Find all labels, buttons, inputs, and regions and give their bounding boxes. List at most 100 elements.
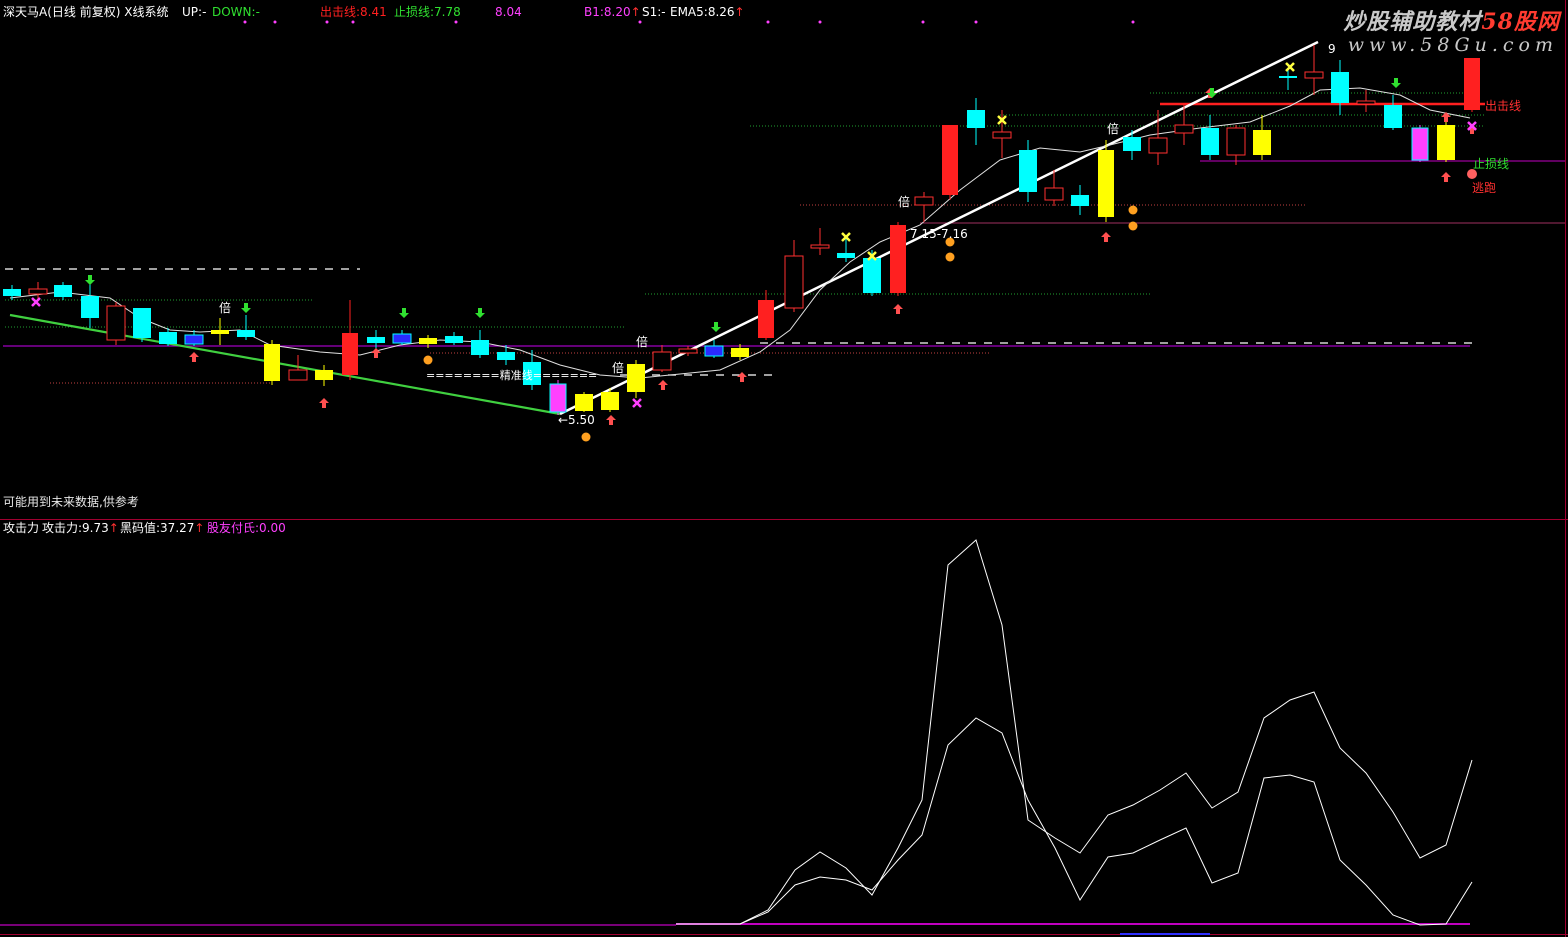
bei-label: 倍 [1107,122,1120,136]
sell-arrow-icon [85,275,95,285]
top-dot [243,20,247,24]
range-label: 7.15-7.16 [910,227,968,241]
candle-body [1019,150,1037,192]
candle-body [1253,130,1271,155]
green-trend-line [9,313,561,416]
candle-body [1464,58,1480,110]
candle-body [1044,187,1064,201]
top-dot [974,20,978,24]
flee-label: 逃跑 [1472,181,1497,195]
ema-curve [9,87,1471,379]
candle-body [942,125,958,195]
candle-body [1356,100,1376,105]
candle-body [914,196,934,206]
candle-body [1279,76,1297,78]
candle-body [810,244,830,249]
cross-mark-icon [1285,62,1295,72]
top-dot [638,20,642,24]
kline-chart[interactable] [0,0,1568,937]
candle-body [1331,72,1349,103]
buy-arrow-icon [1101,232,1111,242]
candle-body [3,289,21,296]
buy-arrow-icon [737,372,747,382]
candle-body [678,348,698,354]
attack-value: 攻击力:9.73↑ [42,521,119,535]
candle-body [704,345,724,357]
candle-body [627,364,645,392]
candle-body [837,253,855,258]
gold-ball-icon [1128,205,1138,215]
bei-label: 倍 [219,301,232,315]
candle-body [652,351,672,371]
candle-body [731,348,749,357]
buy-arrow-icon [893,304,903,314]
candle-body [133,308,151,338]
candle-body [1201,128,1219,155]
candle-body [1123,137,1141,151]
black-code-value: 黑码值:37.27↑ [120,521,205,535]
level-lines [5,92,1485,328]
candle-body [342,333,358,375]
candle-body [1226,127,1246,156]
signal-markers [31,20,1477,442]
bei-label: 倍 [612,361,625,375]
sub-chart-title[interactable]: 攻击力 [3,521,39,535]
top-dot [818,20,822,24]
candle-body [471,340,489,355]
candle-body [1174,124,1194,134]
buy-arrow-icon [371,348,381,358]
top-mark: 9 [1328,42,1336,56]
candle-body [159,332,177,344]
retail-value: 股友付氏:0.00 [207,521,286,535]
top-dot [921,20,925,24]
candle-body [264,344,280,381]
sell-arrow-icon [475,308,485,318]
top-dot [325,20,329,24]
candle-body [419,338,437,344]
top-dot [273,20,277,24]
candle-body [758,300,774,338]
candle-body [1411,127,1429,161]
candle-body [784,255,804,309]
candle-body [211,330,229,334]
candle-body [288,369,308,381]
candlesticks [3,45,1480,415]
candle-body [601,392,619,410]
candle-body [54,285,72,297]
candle-body [445,336,463,343]
top-dot [766,20,770,24]
sell-arrow-icon [711,322,721,332]
candle-body [575,394,593,411]
buy-arrow-icon [606,415,616,425]
candle-body [890,225,906,293]
candle-body [497,352,515,360]
candle-body [1071,195,1089,206]
sell-arrow-icon [1391,78,1401,88]
black-code-up-arrow: ↑ [194,521,205,535]
buy-arrow-icon [319,398,329,408]
candle-body [549,383,567,413]
bei-label: 倍 [898,195,911,209]
gold-ball-icon [581,432,591,442]
future-data-note: 可能用到未来数据,供参考 [3,495,139,509]
precise-line-label: ========精准线======= [426,369,598,382]
stop-line-label: 止损线 [1473,157,1510,171]
top-dot [351,20,355,24]
buy-arrow-icon [658,380,668,390]
candle-body [1437,125,1455,160]
top-dot [1131,20,1135,24]
cross-mark-icon [31,297,41,307]
candle-body [28,288,48,295]
candle-body [1148,137,1168,154]
sell-arrow-icon [399,308,409,318]
cross-mark-icon [632,398,642,408]
candle-body [1098,150,1114,217]
candle-body [1304,71,1324,79]
candle-body [1384,105,1402,128]
candle-body [184,334,204,345]
top-dot [454,20,458,24]
candle-body [863,258,881,293]
gold-ball-icon [945,252,955,262]
buy-arrow-icon [189,352,199,362]
gold-ball-icon [1128,221,1138,231]
